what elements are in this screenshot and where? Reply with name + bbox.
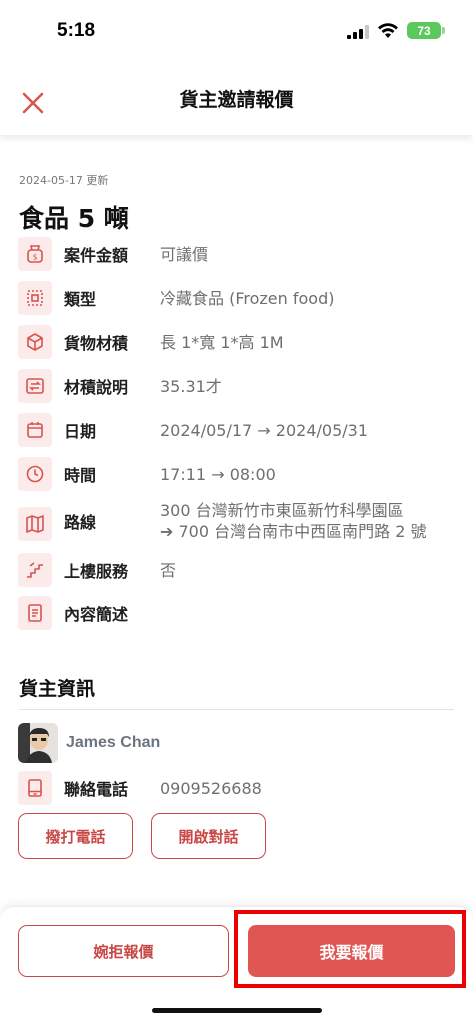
detail-value: 長 1*寬 1*高 1M [160, 332, 284, 352]
updated-date: 2024-05-17 更新 [19, 174, 109, 187]
top-bar: 貨主邀請報價 [0, 60, 473, 135]
grid-dots-icon [18, 281, 52, 315]
chat-button[interactable]: 開啟對話 [151, 813, 266, 859]
map-icon [18, 507, 52, 541]
detail-row-date: 日期 2024/05/17 → 2024/05/31 [18, 413, 458, 447]
detail-value: 35.31才 [160, 376, 222, 396]
phone-number[interactable]: 0909526688 [160, 778, 262, 799]
svg-text:$: $ [32, 253, 37, 262]
phone-icon [18, 771, 52, 805]
swap-arrows-icon [18, 369, 52, 403]
battery-icon: 73 [407, 22, 441, 39]
case-title: 食品 5 噸 [19, 204, 129, 233]
detail-label: 案件金額 [64, 246, 129, 265]
cellular-signal-icon [347, 25, 369, 39]
detail-row-volume: 貨物材積 長 1*寬 1*高 1M [18, 325, 458, 359]
highlight-box [234, 910, 466, 988]
detail-row-type: 類型 冷藏食品 (Frozen food) [18, 281, 458, 315]
status-bar: 5:18 73 [0, 0, 473, 60]
battery-tip [442, 27, 445, 34]
detail-value: 2024/05/17 → 2024/05/31 [160, 420, 369, 440]
detail-label: 上樓服務 [64, 562, 129, 581]
home-indicator[interactable] [152, 1008, 322, 1013]
stairs-icon [18, 553, 52, 587]
calendar-icon [18, 413, 52, 447]
owner-profile: James Chan [18, 723, 160, 763]
detail-value: 可議價 [160, 244, 209, 264]
detail-value: 冷藏食品 (Frozen food) [160, 288, 335, 308]
call-button[interactable]: 撥打電話 [18, 813, 133, 859]
route-values: 300 台灣新竹市東區新竹科學園區 ➔ 700 台灣台南市中西區南門路 2 號 [160, 500, 426, 542]
detail-row-description: 內容簡述 [18, 596, 458, 630]
owner-name: James Chan [66, 734, 161, 751]
decline-quote-button[interactable]: 婉拒報價 [18, 925, 229, 977]
document-icon [18, 596, 52, 630]
detail-label: 路線 [64, 513, 97, 532]
page-title: 貨主邀請報價 [179, 89, 294, 111]
detail-label: 貨物材積 [64, 334, 129, 353]
route-origin: 300 台灣新竹市東區新竹科學園區 [160, 501, 404, 520]
detail-row-phone: 聯絡電話 0909526688 [18, 771, 458, 805]
section-divider [19, 709, 454, 710]
detail-value: 17:11 → 08:00 [160, 464, 276, 484]
owner-section-title: 貨主資訊 [19, 678, 96, 700]
avatar[interactable] [18, 723, 58, 763]
detail-value: 否 [160, 560, 177, 580]
detail-row-amount: $ 案件金額 可議價 [18, 237, 458, 271]
detail-row-upstairs: 上樓服務 否 [18, 553, 458, 587]
route-destination: ➔ 700 台灣台南市中西區南門路 2 號 [160, 522, 427, 541]
detail-label: 類型 [64, 290, 97, 309]
detail-label: 內容簡述 [64, 605, 129, 624]
detail-row-time: 時間 17:11 → 08:00 [18, 457, 458, 491]
detail-label: 時間 [64, 466, 97, 485]
detail-label: 材積說明 [64, 378, 129, 397]
battery-level: 73 [417, 23, 431, 38]
detail-row-volume-note: 材積說明 35.31才 [18, 369, 458, 403]
detail-row-route: 路線 300 台灣新竹市東區新竹科學園區 ➔ 700 台灣台南市中西區南門路 2… [18, 500, 458, 542]
clock-icon [18, 457, 52, 491]
detail-label: 日期 [64, 422, 97, 441]
wifi-icon [378, 23, 398, 38]
money-bag-icon: $ [18, 237, 52, 271]
detail-label: 聯絡電話 [64, 780, 129, 799]
status-time: 5:18 [57, 20, 96, 41]
box-icon [18, 325, 52, 359]
